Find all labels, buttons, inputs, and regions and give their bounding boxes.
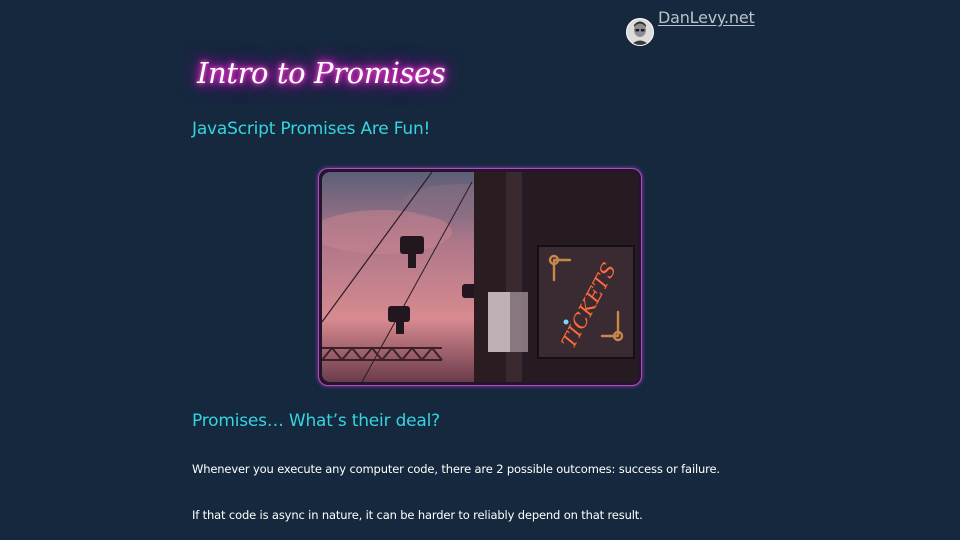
- section-heading: Promises… What’s their deal?: [192, 411, 440, 431]
- site-home-link[interactable]: DanLevy.net: [626, 8, 755, 46]
- page-title: Intro to Promises: [197, 56, 446, 90]
- avatar: [626, 18, 654, 46]
- page-subtitle: JavaScript Promises Are Fun!: [192, 119, 431, 139]
- site-name-link[interactable]: DanLevy.net: [658, 8, 755, 27]
- page: DanLevy.net Intro to Promises JavaScript…: [0, 0, 960, 540]
- hero-image: TICKETS: [322, 172, 638, 382]
- paragraph: If that code is async in nature, it can …: [192, 508, 643, 522]
- hero-image-frame: TICKETS: [318, 168, 642, 386]
- paragraph: Whenever you execute any computer code, …: [192, 462, 720, 476]
- avatar-face-icon: [627, 19, 653, 45]
